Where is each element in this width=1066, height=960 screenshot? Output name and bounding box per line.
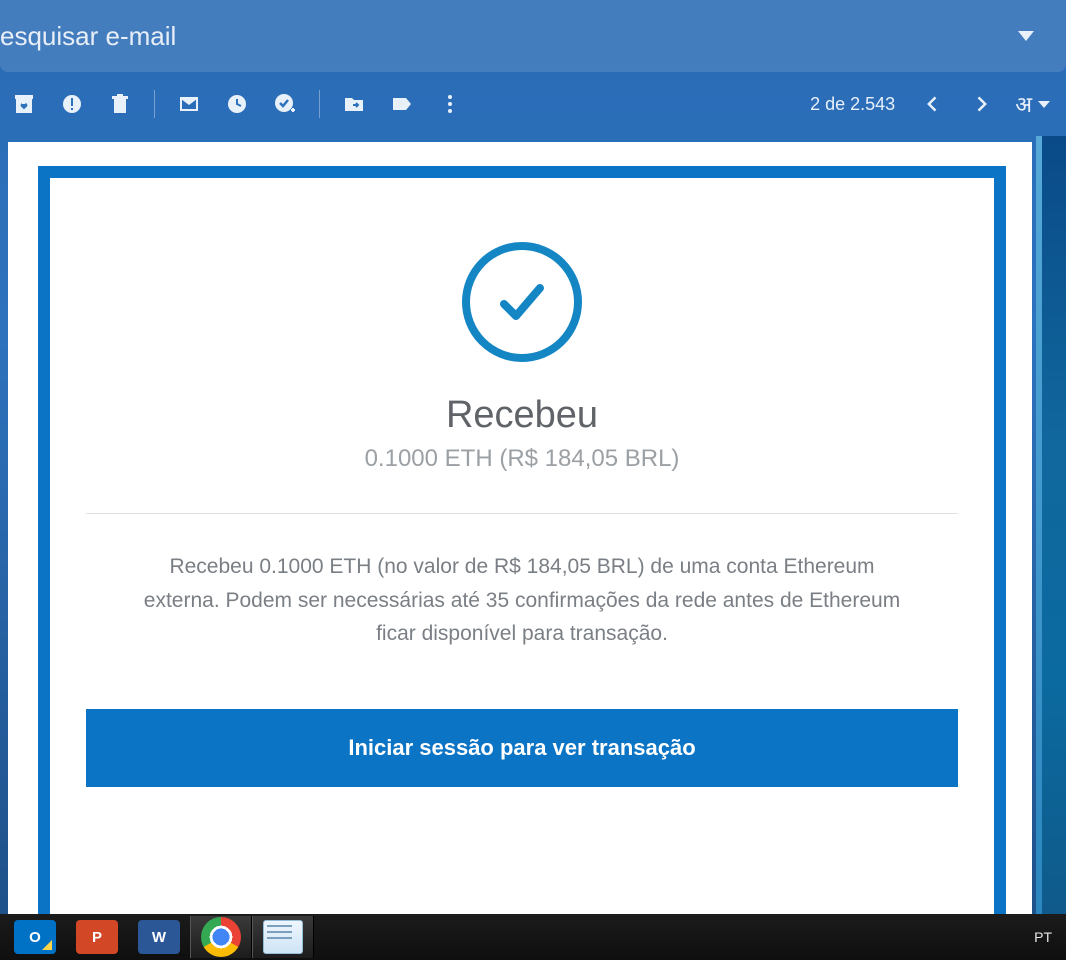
taskbar-chrome[interactable] <box>190 916 252 958</box>
pagination-indicator: 2 de 2.543 <box>810 94 899 115</box>
search-options-chevron-icon[interactable] <box>1018 31 1034 41</box>
notepad-icon <box>263 920 303 954</box>
email-title: Recebeu <box>446 394 598 437</box>
mark-unread-button[interactable] <box>175 90 203 118</box>
more-button[interactable] <box>436 90 464 118</box>
desktop-strip <box>1036 136 1066 914</box>
search-bar[interactable]: esquisar e-mail <box>0 0 1066 72</box>
toolbar-divider <box>154 90 155 118</box>
archive-button[interactable] <box>10 90 38 118</box>
email-content: Recebeu 0.1000 ETH (R$ 184,05 BRL) Receb… <box>50 178 994 914</box>
lang-glyph-icon: अ <box>1015 89 1032 119</box>
snooze-button[interactable] <box>223 90 251 118</box>
taskbar-outlook[interactable]: O <box>4 916 66 958</box>
report-spam-button[interactable] <box>58 90 86 118</box>
windows-taskbar: O P W PT <box>0 914 1066 960</box>
chevron-down-icon <box>1038 101 1050 108</box>
taskbar-tray: PT <box>1034 929 1062 945</box>
label-button[interactable] <box>388 90 416 118</box>
keyboard-lang[interactable]: PT <box>1034 929 1052 945</box>
taskbar-word[interactable]: W <box>128 916 190 958</box>
delete-button[interactable] <box>106 90 134 118</box>
email-body-frame: Recebeu 0.1000 ETH (R$ 184,05 BRL) Receb… <box>38 166 1006 914</box>
taskbar-powerpoint[interactable]: P <box>66 916 128 958</box>
powerpoint-icon: P <box>76 920 118 954</box>
add-task-button[interactable] <box>271 90 299 118</box>
taskbar-notepad[interactable] <box>252 916 314 958</box>
outlook-icon: O <box>14 920 56 954</box>
word-icon: W <box>138 920 180 954</box>
content-area: Recebeu 0.1000 ETH (R$ 184,05 BRL) Receb… <box>0 136 1066 914</box>
signin-view-transaction-button[interactable]: Iniciar sessão para ver transação <box>86 709 958 787</box>
email-body-text: Recebeu 0.1000 ETH (no valor de R$ 184,0… <box>142 550 902 651</box>
move-to-button[interactable] <box>340 90 368 118</box>
input-language-button[interactable]: अ <box>1015 89 1056 119</box>
email-subtitle: 0.1000 ETH (R$ 184,05 BRL) <box>365 445 680 473</box>
check-circle-icon <box>462 242 582 362</box>
gmail-toolbar: 2 de 2.543 अ <box>0 72 1066 136</box>
next-message-button[interactable] <box>967 90 995 118</box>
prev-message-button[interactable] <box>919 90 947 118</box>
chrome-icon <box>201 917 241 957</box>
toolbar-divider <box>319 90 320 118</box>
divider <box>86 513 958 514</box>
message-panel: Recebeu 0.1000 ETH (R$ 184,05 BRL) Receb… <box>8 142 1032 914</box>
search-placeholder: esquisar e-mail <box>0 21 176 52</box>
